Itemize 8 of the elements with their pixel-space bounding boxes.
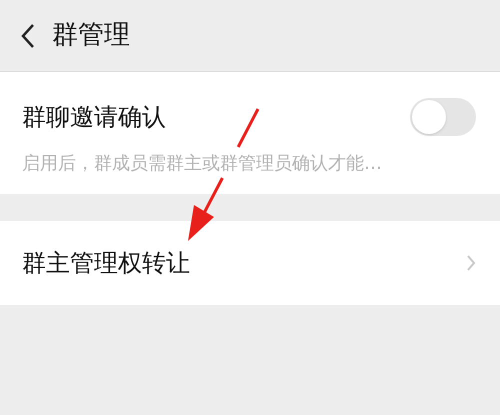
settings-row[interactable]: 群主管理权转让 (0, 221, 500, 305)
setting-description: 启用后，群成员需群主或群管理员确认才能… (22, 152, 383, 176)
setting-label: 群聊邀请确认 (22, 102, 166, 133)
chevron-icon (466, 254, 476, 272)
setting-label: 群主管理权转让 (22, 248, 190, 279)
back-icon[interactable] (20, 22, 36, 48)
page-title: 群管理 (52, 19, 130, 52)
toggle-switch[interactable] (410, 98, 476, 136)
